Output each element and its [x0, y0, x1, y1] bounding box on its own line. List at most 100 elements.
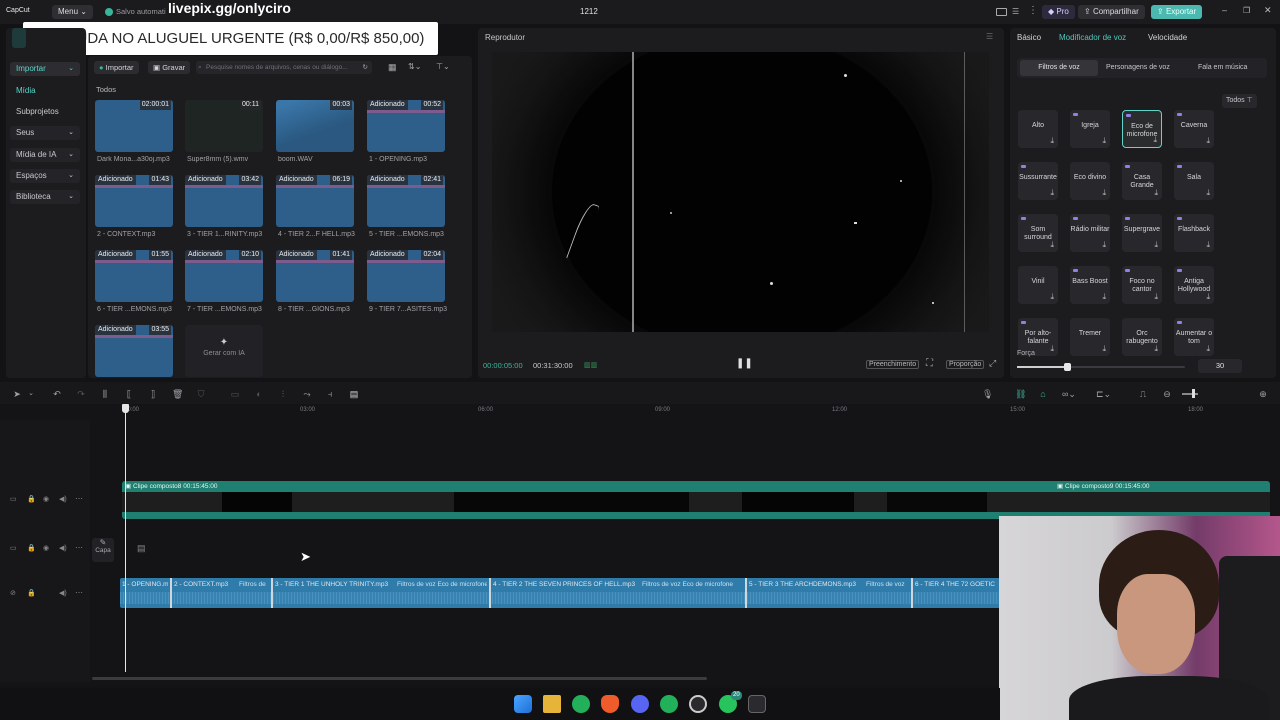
- chevron-down-icon[interactable]: ⌄: [26, 389, 36, 399]
- sidebar-item-subprojetos[interactable]: Subprojetos: [10, 105, 80, 119]
- lock-icon[interactable]: 🔒: [27, 495, 36, 503]
- cover-button[interactable]: ✎ Capa: [92, 538, 114, 562]
- media-thumbnail[interactable]: Adicionado 01:41: [276, 250, 354, 302]
- voice-filter-card[interactable]: Foco no cantor ⤓: [1122, 266, 1162, 304]
- sort-icon[interactable]: ⇅⌄: [408, 62, 421, 71]
- player-menu-icon[interactable]: ☰: [986, 32, 993, 41]
- magnet-icon[interactable]: ⌂: [1038, 389, 1048, 399]
- voice-filter-card[interactable]: Aumentar o tom ⤓: [1174, 318, 1214, 356]
- audio-track-icon[interactable]: ⊘: [10, 589, 16, 597]
- maximize-icon[interactable]: ❐: [1243, 6, 1250, 15]
- media-thumbnail[interactable]: Adicionado 02:10: [185, 250, 263, 302]
- media-thumbnail[interactable]: Adicionado 03:55: [95, 325, 173, 377]
- sidebar-item-biblioteca[interactable]: Biblioteca ⌄: [10, 190, 80, 204]
- subtab-filtros[interactable]: Filtros de voz: [1020, 60, 1098, 76]
- strength-value-input[interactable]: 30: [1198, 359, 1242, 373]
- select-tool-icon[interactable]: ➤: [12, 389, 22, 399]
- settings-icon[interactable]: ⋮: [1028, 5, 1038, 16]
- media-thumbnail[interactable]: 02:00:01: [95, 100, 173, 152]
- spotify-icon[interactable]: [572, 695, 590, 713]
- media-thumbnail[interactable]: 00:11: [185, 100, 263, 152]
- adjust-icon[interactable]: ⫶: [278, 389, 288, 399]
- voice-filter-card[interactable]: Supergrave ⤓: [1122, 214, 1162, 252]
- subtitle-icon[interactable]: ▤: [349, 389, 359, 399]
- media-thumbnail[interactable]: Adicionado 01:43: [95, 175, 173, 227]
- generate-ai-tile[interactable]: ✦ Gerar com IA: [185, 325, 263, 377]
- redo-icon[interactable]: ↷: [76, 389, 86, 399]
- zoom-in-icon[interactable]: ⊕: [1258, 389, 1268, 399]
- fullscreen-icon[interactable]: ⤢: [989, 358, 996, 369]
- media-thumbnail[interactable]: Adicionado 06:19: [276, 175, 354, 227]
- more-icon[interactable]: ⋯: [75, 588, 83, 597]
- timeline-scrollbar[interactable]: [92, 677, 707, 680]
- voice-filter-card[interactable]: Alto ⤓: [1018, 110, 1058, 148]
- media-thumbnail[interactable]: Adicionado 02:04: [367, 250, 445, 302]
- voice-filter-card[interactable]: Som surround ⤓: [1018, 214, 1058, 252]
- project-title[interactable]: 1212: [580, 7, 598, 16]
- subtab-fala-musica[interactable]: Fala em música: [1198, 64, 1247, 71]
- layout-icon[interactable]: [996, 8, 1007, 16]
- playhead[interactable]: [125, 405, 126, 672]
- ratio-button[interactable]: Proporção: [946, 360, 985, 369]
- media-thumbnail[interactable]: Adicionado 00:52: [367, 100, 445, 152]
- search-input[interactable]: ⌕ Pesquise nomes de arquivos, cenas ou di…: [196, 61, 372, 74]
- delete-icon[interactable]: 🗑: [172, 389, 183, 399]
- filter-icon[interactable]: ⊤⌄: [436, 62, 450, 71]
- zoom-slider-handle[interactable]: [1192, 389, 1195, 398]
- crop-tool-icon[interactable]: ▭: [230, 389, 240, 399]
- tab-velocidade[interactable]: Velocidade: [1148, 33, 1187, 42]
- voice-filter-card[interactable]: Sala ⤓: [1174, 162, 1214, 200]
- track-thumb-icon[interactable]: ▭: [10, 544, 17, 552]
- file-explorer-icon[interactable]: [543, 695, 561, 713]
- voice-filter-card[interactable]: Vinil ⤓: [1018, 266, 1058, 304]
- voice-filter-card[interactable]: Eco divino ⤓: [1070, 162, 1110, 200]
- obs-icon[interactable]: [689, 695, 707, 713]
- mask-icon[interactable]: ◐: [254, 389, 264, 399]
- more-icon[interactable]: ⋯: [75, 494, 83, 503]
- audio-toggle-icon[interactable]: ◀): [59, 544, 67, 552]
- eye-icon[interactable]: ◉: [43, 495, 49, 503]
- strength-slider-handle[interactable]: [1064, 363, 1072, 371]
- spotify-icon[interactable]: [660, 695, 678, 713]
- sidebar-item-seus[interactable]: Seus ⌄: [10, 126, 80, 140]
- split-icon[interactable]: ⫼: [100, 389, 110, 399]
- lock-icon[interactable]: 🔒: [27, 589, 36, 597]
- microphone-icon[interactable]: 🎙: [982, 389, 993, 399]
- voice-filter-card[interactable]: Bass Boost ⤓: [1070, 266, 1110, 304]
- discord-icon[interactable]: [631, 695, 649, 713]
- playhead-handle[interactable]: [122, 404, 129, 413]
- media-thumbnail[interactable]: Adicionado 01:55: [95, 250, 173, 302]
- split-right-icon[interactable]: ⟧: [148, 389, 158, 399]
- track-thumb-icon[interactable]: ▭: [10, 495, 17, 503]
- voice-filter-card[interactable]: Rádio militar ⤓: [1070, 214, 1110, 252]
- voice-filter-card[interactable]: Eco de microfone ⤓: [1122, 110, 1162, 148]
- voice-filter-card[interactable]: Tremer ⤓: [1070, 318, 1110, 356]
- minimize-icon[interactable]: –: [1222, 5, 1227, 15]
- fill-button[interactable]: Preenchimento: [866, 360, 920, 369]
- zoom-slider[interactable]: [1182, 393, 1198, 395]
- windows-start-icon[interactable]: [514, 695, 532, 713]
- voice-filter-card[interactable]: Antiga Hollywood ⤓: [1174, 266, 1214, 304]
- subtab-personagens[interactable]: Personagens de voz: [1106, 64, 1170, 71]
- preview-axis-icon[interactable]: ⊏⌄: [1096, 389, 1111, 399]
- caption-icon[interactable]: ⎍: [1138, 389, 1148, 399]
- pause-button[interactable]: ❚❚: [736, 358, 753, 369]
- sidebar-item-midia-ia[interactable]: Mídia de IA ⌄: [10, 148, 80, 162]
- media-thumbnail[interactable]: Adicionado 03:42: [185, 175, 263, 227]
- voice-filter-card[interactable]: Caverna ⤓: [1174, 110, 1214, 148]
- strength-slider-track[interactable]: [1017, 363, 1185, 371]
- speed-icon[interactable]: ⤳: [302, 389, 312, 399]
- chain-icon[interactable]: ∞⌄: [1062, 389, 1076, 399]
- voice-filter-card[interactable]: Igreja ⤓: [1070, 110, 1110, 148]
- import-button[interactable]: ● Importar: [94, 61, 139, 74]
- voice-filter-card[interactable]: Sussurrante ⤓: [1018, 162, 1058, 200]
- pro-button[interactable]: ◆ Pro: [1042, 5, 1075, 19]
- export-button[interactable]: ⇪ Exportar: [1151, 5, 1203, 19]
- voice-filter-card[interactable]: Orc rabugento ⤓: [1122, 318, 1162, 356]
- media-tab-icon[interactable]: [12, 28, 26, 48]
- more-icon[interactable]: ⋯: [75, 543, 83, 552]
- sidebar-item-espacos[interactable]: Espaços ⌄: [10, 169, 80, 183]
- voice-filter-dropdown[interactable]: Todos ⊤: [1222, 94, 1257, 108]
- link-icon[interactable]: ⛓: [1015, 389, 1026, 399]
- tab-basico[interactable]: Básico: [1017, 33, 1041, 42]
